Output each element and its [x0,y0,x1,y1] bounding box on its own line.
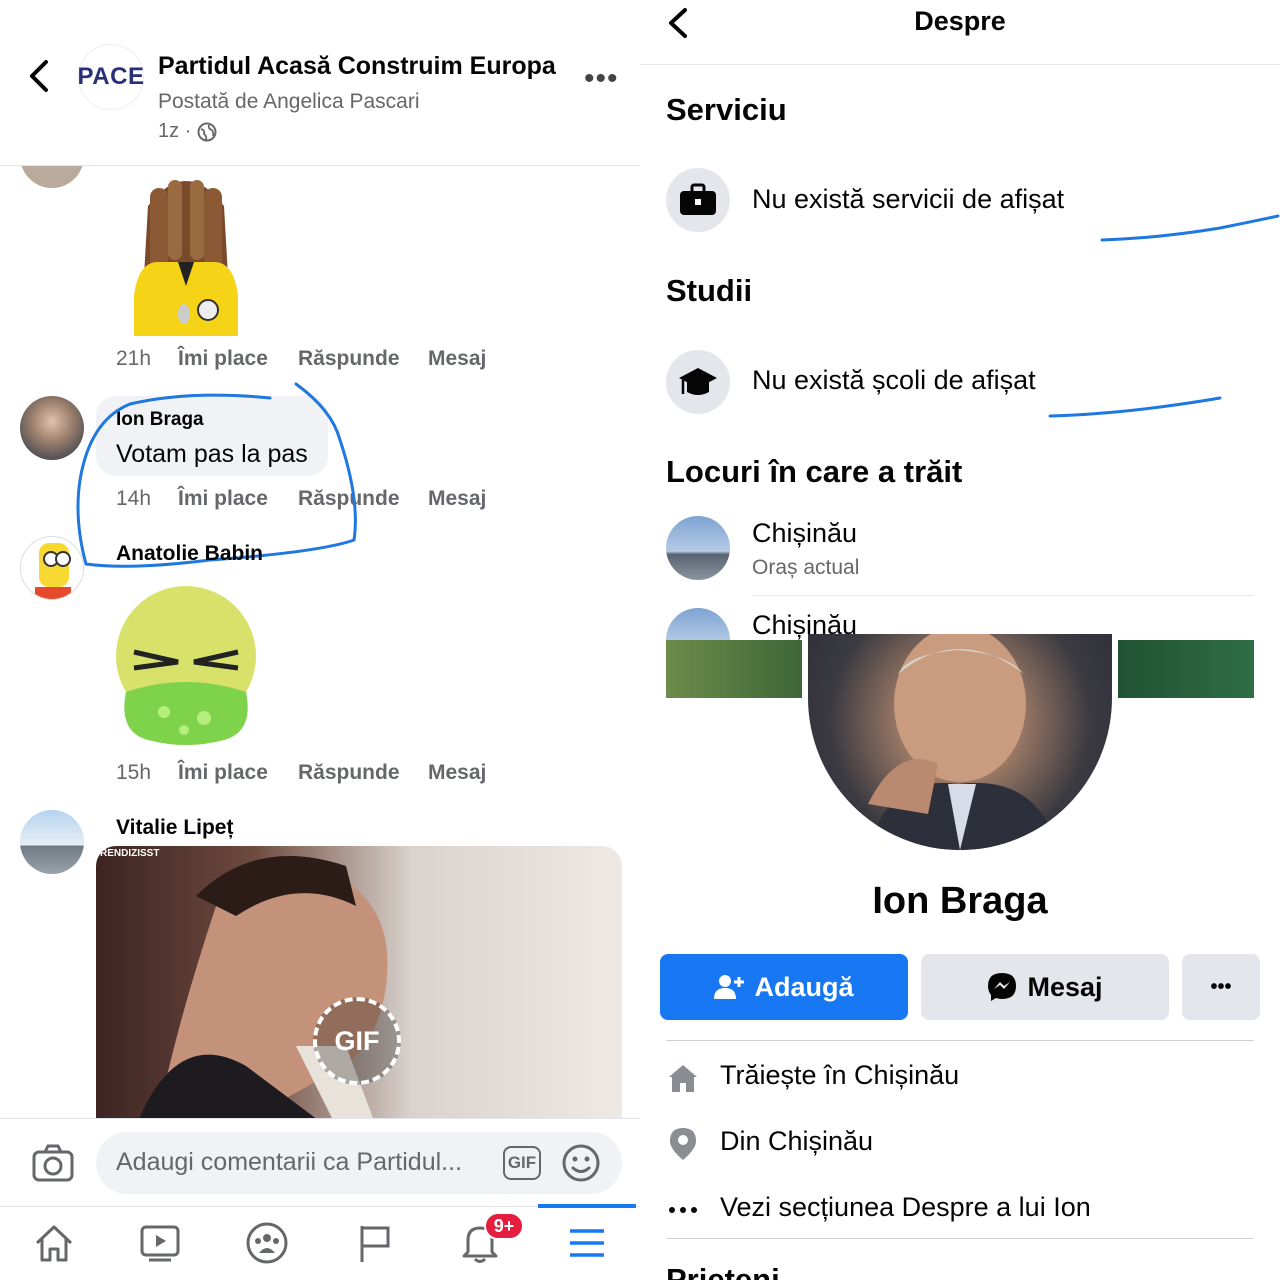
section-heading-education: Studii [666,273,753,308]
commenter-name[interactable]: Anatolie Babin [116,542,263,566]
comment-time: 15h [116,761,152,784]
home-icon [35,1225,73,1262]
video-icon [140,1225,180,1262]
annotation-underline [1048,396,1222,418]
emoji-icon[interactable] [561,1143,601,1183]
post-time: 1z · [158,120,217,143]
more-options-icon: ••• [1210,975,1232,998]
message-label: Mesaj [1027,971,1103,1002]
reply-link[interactable]: Răspunde [298,347,428,371]
like-link[interactable]: Îmi place [178,347,298,371]
more-options-button[interactable]: ••• [1182,954,1260,1020]
notifications-badge: 9+ [484,1212,524,1240]
like-link[interactable]: Îmi place [178,487,298,511]
comment-time: 21h [116,347,152,370]
reply-link[interactable]: Răspunde [298,761,428,785]
more-options-icon[interactable]: ••• [584,62,619,96]
referee-sticker [134,180,238,336]
active-tab-indicator [538,1204,636,1208]
tab-pages[interactable] [346,1218,402,1268]
gif-button[interactable]: GIF [503,1146,541,1180]
place-divider [752,595,1254,596]
post-time-text: 1z · [158,120,192,142]
home-icon [666,1063,700,1093]
message-link[interactable]: Mesaj [428,761,486,785]
work-empty-text: Nu există servicii de afișat [752,184,1065,214]
from-row: Din Chișinău [666,1124,873,1164]
commenter-avatar[interactable] [20,810,84,874]
profile-name: Ion Braga [872,880,1048,922]
friends-heading: Prieteni [666,1262,780,1280]
comment-time: 14h [116,487,152,510]
comment-input-placeholder[interactable]: Adaugi comentarii ca Partidul... [116,1148,462,1177]
post-comments-panel: 21h Îmi place Răspunde Mesaj Ion Braga V… [0,0,640,1280]
back-arrow-icon[interactable] [24,58,56,94]
briefcase-icon [666,168,730,232]
comment-text: Votam pas la pas [116,440,308,468]
tab-groups[interactable] [239,1218,295,1268]
location-pin-icon [666,1127,700,1161]
reply-link[interactable]: Răspunde [298,487,428,511]
messenger-icon [988,973,1017,1001]
message-link[interactable]: Mesaj [428,347,486,371]
about-panel: Despre Serviciu Nu există servicii de af… [640,0,1280,1280]
gif-watermark: RENDIZISST [100,848,160,859]
profile-picture[interactable] [802,634,1118,856]
lives-in-row: Trăiește în Chișinău [666,1058,959,1098]
commenter-avatar[interactable] [20,536,84,600]
see-about-row[interactable]: Vezi secțiunea Despre a lui Ion [666,1190,1091,1230]
message-button[interactable]: Mesaj [921,954,1169,1020]
like-link[interactable]: Îmi place [178,761,298,785]
graduation-cap-icon [666,350,730,414]
commenter-name[interactable]: Vitalie Lipeț [116,816,233,840]
place-subtitle: Oraș actual [752,556,860,579]
tab-watch[interactable] [132,1218,188,1268]
flag-icon [360,1226,390,1262]
education-empty-text: Nu există școli de afișat [752,365,1036,395]
camera-icon[interactable] [32,1144,74,1182]
add-friend-icon [714,975,745,999]
tab-home[interactable] [26,1218,82,1268]
bottom-tab-bar [0,1206,640,1280]
place-name[interactable]: Chișinău [752,518,857,549]
header-divider [640,64,1280,65]
section-divider [666,1238,1254,1239]
commenter-avatar[interactable] [20,396,84,460]
post-header: PACE Partidul Acasă Construim Europa Pos… [0,0,640,166]
section-heading-places: Locuri în care a trăit [666,454,963,489]
add-friend-label: Adaugă [754,971,854,1002]
groups-icon [246,1222,288,1264]
gif-play-badge[interactable]: GIF [313,997,401,1085]
profile-divider [666,1040,1254,1041]
page-title[interactable]: Partidul Acasă Construim Europa [158,52,556,81]
add-friend-button[interactable]: Adaugă [660,954,908,1020]
from-text: Din Chișinău [720,1126,874,1156]
page-title: Despre [914,6,1006,36]
more-dots-icon [666,1205,700,1215]
place-photo[interactable] [666,516,730,580]
lives-in-text: Trăiește în Chișinău [720,1060,960,1090]
section-heading-work: Serviciu [666,92,787,127]
menu-icon [570,1229,604,1257]
tab-menu[interactable] [559,1218,615,1268]
comment-actions: 14h Îmi place Răspunde Mesaj [116,487,486,511]
message-link[interactable]: Mesaj [428,487,486,511]
globe-icon [197,122,217,141]
see-about-text[interactable]: Vezi secțiunea Despre a lui Ion [720,1192,1091,1223]
comment-actions: 15h Îmi place Răspunde Mesaj [116,761,486,785]
nauseated-emoji-sticker [116,586,256,745]
page-logo[interactable]: PACE [78,44,144,110]
annotation-underline [1100,214,1280,242]
comment-actions: 21h Îmi place Răspunde Mesaj [116,347,486,371]
commenter-name[interactable]: Ion Braga [116,409,204,431]
posted-by: Postată de Angelica Pascari [158,90,420,113]
